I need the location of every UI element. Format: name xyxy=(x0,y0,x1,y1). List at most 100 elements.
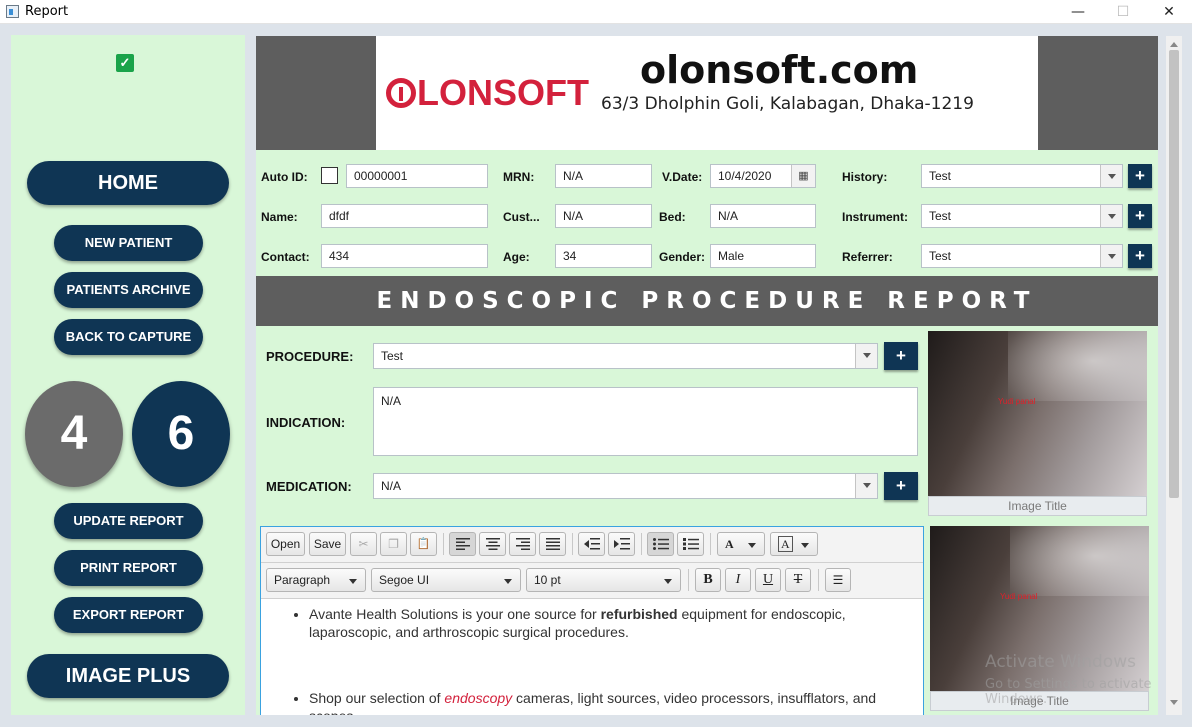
history-combo[interactable]: Test xyxy=(921,164,1123,188)
export-report-button[interactable]: EXPORT REPORT xyxy=(54,597,203,633)
copy-icon[interactable]: ❐ xyxy=(380,532,407,556)
cust-field[interactable]: N/A xyxy=(555,204,652,228)
list-item: Shop our selection of endoscopy cameras,… xyxy=(309,689,913,715)
history-label: History: xyxy=(842,170,888,184)
back-to-capture-button[interactable]: BACK TO CAPTURE xyxy=(54,319,203,355)
procedure-value: Test xyxy=(381,349,404,363)
indent-icon[interactable] xyxy=(608,532,635,556)
align-left-icon[interactable] xyxy=(449,532,476,556)
referrer-combo[interactable]: Test xyxy=(921,244,1123,268)
add-history-button[interactable]: + xyxy=(1128,164,1152,188)
mrn-field[interactable]: N/A xyxy=(555,164,652,188)
green-check-icon[interactable]: ✓ xyxy=(116,54,134,72)
align-left-glyph xyxy=(455,538,470,550)
chevron-down-icon[interactable] xyxy=(1100,205,1122,227)
chevron-down-icon[interactable] xyxy=(855,474,877,498)
add-instrument-button[interactable]: + xyxy=(1128,204,1152,228)
image-plus-button[interactable]: IMAGE PLUS xyxy=(27,654,229,698)
chevron-down-icon[interactable] xyxy=(1100,165,1122,187)
align-right-icon[interactable] xyxy=(509,532,536,556)
medication-value: N/A xyxy=(381,479,402,493)
text-color-icon: A xyxy=(725,537,734,551)
bullet-list-glyph xyxy=(652,538,669,550)
scroll-thumb[interactable] xyxy=(1169,50,1179,498)
bullet2-text: Shop our selection of xyxy=(309,690,445,706)
minimize-button[interactable]: — xyxy=(1055,0,1101,24)
outdent-glyph xyxy=(583,538,600,550)
bold-button[interactable]: B xyxy=(695,568,721,592)
activate-windows-subtitle: Go to Settings to activate Windows. xyxy=(985,677,1152,707)
logo-text: LONSOFT xyxy=(417,72,589,113)
referrer-value: Test xyxy=(929,249,952,263)
editor-toolbar-bottom: Paragraph Segoe UI 10 pt B I U T ☰ xyxy=(261,563,923,599)
background-color-picker[interactable]: A xyxy=(770,532,818,556)
print-report-button[interactable]: PRINT REPORT xyxy=(54,550,203,586)
close-button[interactable]: ✕ xyxy=(1146,0,1192,24)
chevron-down-icon[interactable] xyxy=(1100,245,1122,267)
patients-archive-button[interactable]: PATIENTS ARCHIVE xyxy=(54,272,203,308)
list-item: Avante Health Solutions is your one sour… xyxy=(309,605,913,641)
instrument-combo[interactable]: Test xyxy=(921,204,1123,228)
logo-o-mark xyxy=(386,78,416,108)
align-justify-icon[interactable] xyxy=(539,532,566,556)
auto-id-field[interactable]: 00000001 xyxy=(346,164,488,188)
horizontal-rule-icon[interactable]: ☰ xyxy=(825,568,851,592)
medication-combo[interactable]: N/A xyxy=(373,473,878,499)
name-field[interactable]: dfdf xyxy=(321,204,488,228)
home-button[interactable]: HOME xyxy=(27,161,229,205)
font-size-select[interactable]: 10 pt xyxy=(526,568,681,592)
procedure-combo[interactable]: Test xyxy=(373,343,878,369)
underline-button[interactable]: U xyxy=(755,568,781,592)
vertical-scrollbar[interactable] xyxy=(1166,36,1182,715)
company-address: 63/3 Dholphin Goli, Kalabagan, Dhaka-121… xyxy=(601,94,974,114)
report-html-editor[interactable]: Open Save ✂ ❐ 📋 A A Paragraph Segoe UI 1… xyxy=(260,526,924,715)
header-banner: LONSOFT olonsoft.com 63/3 Dholphin Goli,… xyxy=(256,36,1158,150)
maximize-button[interactable]: ☐ xyxy=(1100,0,1146,24)
contact-label: Contact: xyxy=(261,250,310,264)
numbered-list-glyph xyxy=(682,538,699,550)
strikethrough-button[interactable]: T xyxy=(785,568,811,592)
endoscopy-image-1[interactable]: Yudi panal xyxy=(928,331,1147,496)
text-color-picker[interactable]: A xyxy=(717,532,765,556)
auto-id-checkbox[interactable] xyxy=(321,167,338,184)
background-color-icon: A xyxy=(778,536,793,552)
align-center-icon[interactable] xyxy=(479,532,506,556)
age-field[interactable]: 34 xyxy=(555,244,652,268)
font-family-select[interactable]: Segoe UI xyxy=(371,568,521,592)
contact-field[interactable]: 434 xyxy=(321,244,488,268)
calendar-icon[interactable]: ▦ xyxy=(791,165,815,187)
report-content: LONSOFT olonsoft.com 63/3 Dholphin Goli,… xyxy=(256,36,1158,715)
outdent-icon[interactable] xyxy=(578,532,605,556)
image-title-field-1[interactable]: Image Title xyxy=(928,496,1147,516)
paragraph-style-select[interactable]: Paragraph xyxy=(266,568,366,592)
bullet-list-icon[interactable] xyxy=(647,532,674,556)
editor-body[interactable]: Avante Health Solutions is your one sour… xyxy=(261,599,923,715)
italic-button[interactable]: I xyxy=(725,568,751,592)
align-justify-glyph xyxy=(545,538,560,550)
scroll-up-icon[interactable] xyxy=(1170,42,1178,47)
add-procedure-button[interactable]: + xyxy=(884,342,918,370)
site-name: olonsoft.com xyxy=(640,48,919,92)
chevron-down-icon[interactable] xyxy=(855,344,877,368)
count-right-badge[interactable]: 6 xyxy=(132,381,230,487)
cut-icon[interactable]: ✂ xyxy=(350,532,377,556)
paste-icon[interactable]: 📋 xyxy=(410,532,437,556)
gender-field[interactable]: Male xyxy=(710,244,816,268)
update-report-button[interactable]: UPDATE REPORT xyxy=(54,503,203,539)
vdate-picker[interactable]: 10/4/2020 ▦ xyxy=(710,164,816,188)
add-referrer-button[interactable]: + xyxy=(1128,244,1152,268)
save-button[interactable]: Save xyxy=(309,532,346,556)
align-center-glyph xyxy=(485,538,500,550)
vdate-label: V.Date: xyxy=(662,170,703,184)
numbered-list-icon[interactable] xyxy=(677,532,704,556)
open-button[interactable]: Open xyxy=(266,532,305,556)
bed-field[interactable]: N/A xyxy=(710,204,816,228)
indication-textarea[interactable]: N/A xyxy=(373,387,918,456)
new-patient-button[interactable]: NEW PATIENT xyxy=(54,225,203,261)
procedure-label: PROCEDURE: xyxy=(266,349,354,364)
referrer-label: Referrer: xyxy=(842,250,893,264)
instrument-value: Test xyxy=(929,209,952,223)
count-left-badge[interactable]: 4 xyxy=(25,381,123,487)
age-label: Age: xyxy=(503,250,530,264)
add-medication-button[interactable]: + xyxy=(884,472,918,500)
